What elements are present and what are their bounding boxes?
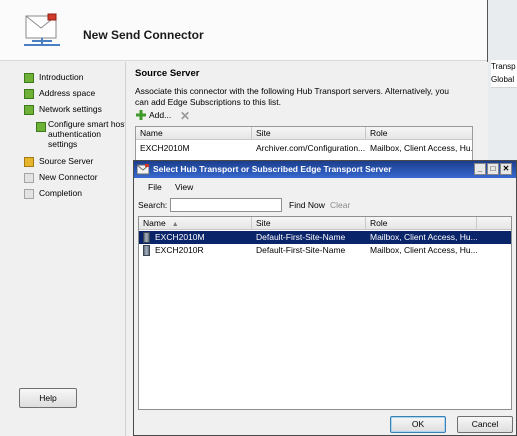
search-bar: Search: Find Now Clear — [134, 197, 516, 215]
sort-ascending-icon: ▲ — [171, 221, 179, 228]
grid-cell-name[interactable]: EXCH2010M — [136, 142, 252, 155]
grid-cell-site[interactable]: Archiver.com/Configuration... — [252, 142, 366, 155]
wizard-title: New Send Connector — [83, 28, 204, 42]
step-new-connector[interactable]: New Connector — [24, 172, 98, 183]
step-source-server[interactable]: Source Server — [24, 156, 93, 167]
row-site: Default-First-Site-Name — [256, 245, 346, 255]
help-button[interactable]: Help — [19, 388, 77, 408]
row-role: Mailbox, Client Access, Hu... — [370, 232, 478, 242]
wizard-header: New Send Connector — [0, 0, 487, 61]
step-address-space[interactable]: Address space — [24, 88, 95, 99]
server-icon — [143, 245, 150, 256]
row-name: EXCH2010R — [155, 245, 204, 255]
add-plus-icon — [136, 110, 146, 120]
exchange-app-icon — [137, 164, 149, 175]
section-description: Associate this connector with the follow… — [135, 86, 450, 107]
add-button[interactable]: Add... — [136, 110, 171, 120]
column-header-name[interactable]: Name ▲ — [139, 217, 252, 230]
server-results-grid[interactable]: Name ▲ Site Role EXCH2010M Default-First-… — [138, 216, 512, 410]
row-site: Default-First-Site-Name — [256, 232, 346, 242]
step-completion[interactable]: Completion — [24, 188, 82, 199]
envelope-connector-icon — [24, 13, 60, 46]
section-title: Source Server — [135, 68, 200, 79]
step-network-settings[interactable]: Network settings — [24, 104, 102, 115]
step-complete-icon — [24, 89, 34, 99]
step-complete-icon — [36, 122, 46, 132]
add-label: Add... — [149, 110, 172, 120]
remove-x-icon[interactable]: ✕ — [180, 109, 190, 123]
close-button[interactable]: ✕ — [500, 163, 512, 175]
column-header-site[interactable]: Site — [252, 127, 366, 140]
column-header-filler — [477, 217, 511, 230]
grid-cell-role[interactable]: Mailbox, Client Access, Hu... — [366, 142, 472, 155]
row-role: Mailbox, Client Access, Hu... — [370, 245, 478, 255]
table-row[interactable]: EXCH2010M Default-First-Site-Name Mailbo… — [139, 231, 511, 244]
maximize-button[interactable]: □ — [487, 163, 499, 175]
column-header-name[interactable]: Name — [136, 127, 252, 140]
step-complete-icon — [24, 73, 34, 83]
menu-view[interactable]: View — [175, 179, 193, 195]
step-introduction[interactable]: Introduction — [24, 72, 83, 83]
search-input[interactable] — [170, 198, 282, 212]
step-complete-icon — [24, 105, 34, 115]
source-server-grid[interactable]: Name Site Role EXCH2010M Archiver.com/Co… — [135, 126, 473, 162]
step-label: Introduction — [39, 72, 84, 82]
dialog-title: Select Hub Transport or Subscribed Edge … — [153, 164, 392, 174]
table-row[interactable]: EXCH2010R Default-First-Site-Name Mailbo… — [139, 244, 511, 257]
ok-button[interactable]: OK — [390, 416, 446, 433]
step-label: Source Server — [39, 156, 94, 166]
menu-file[interactable]: File — [148, 179, 162, 195]
step-label: Completion — [39, 188, 82, 198]
background-row-cell: Global — [491, 73, 517, 88]
column-header-role[interactable]: Role — [366, 217, 477, 230]
step-label: New Connector — [39, 172, 98, 182]
row-name: EXCH2010M — [155, 232, 205, 242]
step-label: Network settings — [39, 104, 102, 114]
column-header-role[interactable]: Role — [366, 127, 472, 140]
column-header-site[interactable]: Site — [252, 217, 366, 230]
clear-button[interactable]: Clear — [330, 200, 350, 210]
find-now-button[interactable]: Find Now — [289, 200, 325, 210]
step-pending-icon — [24, 173, 34, 183]
dialog-titlebar[interactable]: Select Hub Transport or Subscribed Edge … — [134, 161, 516, 178]
step-pending-icon — [24, 189, 34, 199]
cancel-button[interactable]: Cancel — [457, 416, 513, 433]
menu-bar: File View — [134, 179, 516, 195]
minimize-button[interactable]: _ — [474, 163, 486, 175]
server-icon — [143, 232, 150, 243]
column-header-label: Name — [143, 218, 166, 228]
step-smart-host-auth[interactable]: Configure smart host authentication sett… — [48, 119, 128, 149]
step-label: Address space — [39, 88, 96, 98]
select-server-dialog: Select Hub Transport or Subscribed Edge … — [133, 160, 517, 436]
search-label: Search: — [138, 200, 168, 210]
step-current-icon — [24, 157, 34, 167]
